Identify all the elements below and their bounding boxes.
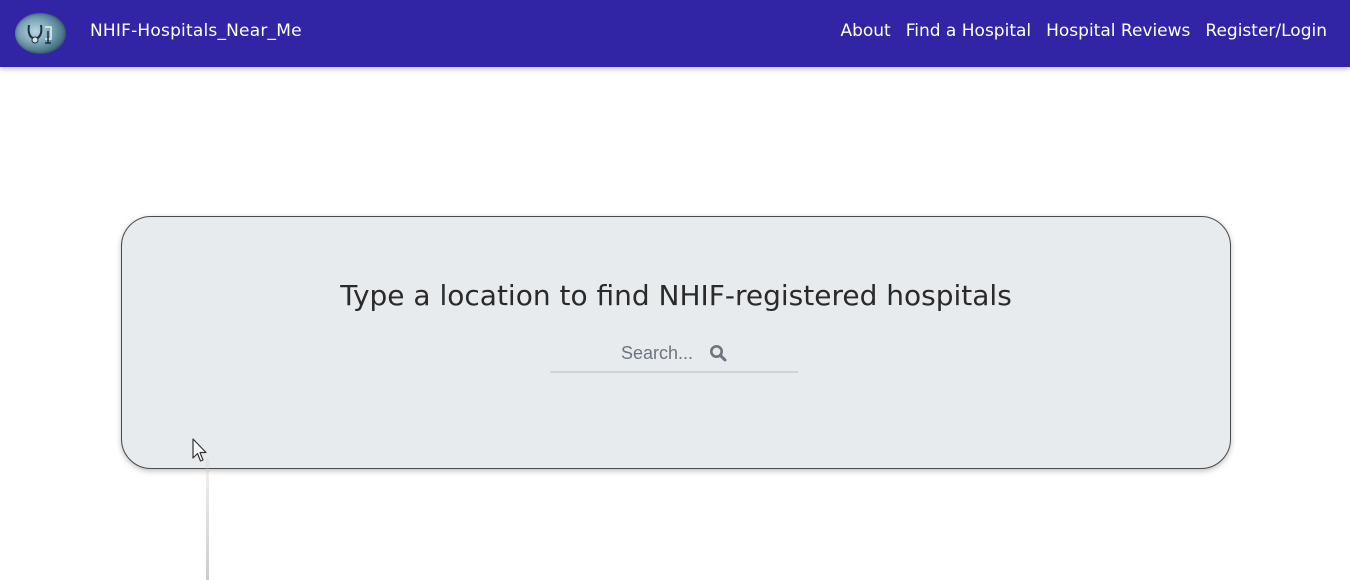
- nav-hospital-reviews-link[interactable]: Hospital Reviews: [1046, 21, 1190, 41]
- hero-title: Type a location to find NHIF-registered …: [340, 279, 1012, 312]
- brand-link[interactable]: NHIF-Hospitals_Near_Me: [90, 21, 302, 41]
- cursor-trail: [206, 458, 209, 580]
- search-input[interactable]: [621, 342, 701, 364]
- search-hero-card: Type a location to find NHIF-registered …: [121, 216, 1231, 469]
- search-box: [550, 335, 798, 373]
- stethoscope-logo-icon: [27, 24, 52, 44]
- mouse-pointer-icon: [192, 438, 208, 464]
- nav-register-login-link[interactable]: Register/Login: [1205, 21, 1327, 41]
- top-navbar: NHIF-Hospitals_Near_Me About Find a Hosp…: [0, 0, 1350, 67]
- nav-find-hospital-link[interactable]: Find a Hospital: [906, 21, 1031, 41]
- nav-about-link[interactable]: About: [840, 21, 890, 41]
- logo-icon[interactable]: [15, 13, 66, 54]
- search-icon[interactable]: [709, 344, 727, 362]
- nav-links: About Find a Hospital Hospital Reviews R…: [840, 21, 1327, 41]
